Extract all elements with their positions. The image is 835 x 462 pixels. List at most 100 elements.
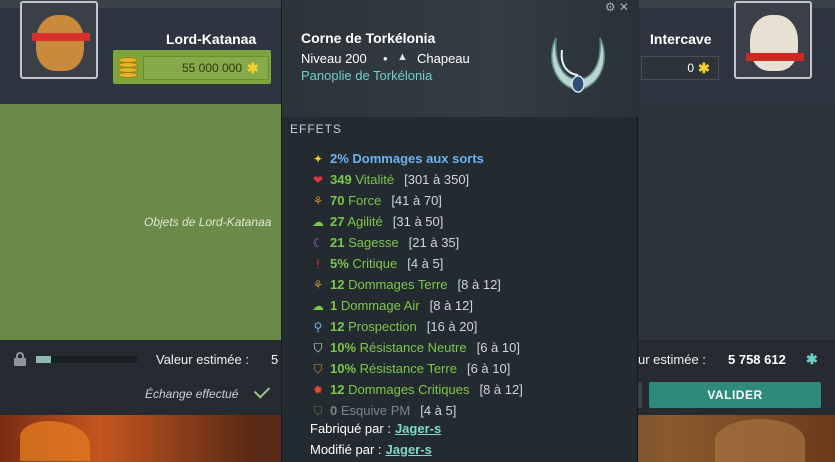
effects-section-title: EFFETS: [290, 122, 343, 136]
effect-label: Dommages aux sorts: [348, 151, 484, 166]
effect-range: [31 à 50]: [392, 214, 444, 229]
effect-stat: 12 Prospection: [330, 319, 417, 334]
right-items-panel[interactable]: [638, 104, 835, 340]
left-items-label: Objets de Lord-Katanaa: [144, 215, 272, 229]
effect-row: ☾ 21 Sagesse [21 à 35]: [310, 232, 460, 253]
effect-stat: 0 Esquive PM: [330, 403, 410, 418]
validate-button[interactable]: VALIDER: [649, 382, 821, 408]
effect-label: Vitalité: [351, 172, 395, 187]
effect-value: 12: [330, 277, 345, 292]
crafter-link[interactable]: Jager-s: [395, 421, 441, 436]
effect-range: [8 à 12]: [457, 277, 501, 292]
item-level: Niveau 200: [301, 51, 367, 66]
modifier-link[interactable]: Jager-s: [386, 442, 432, 457]
effect-range: [8 à 12]: [479, 382, 523, 397]
effect-range: [6 à 10]: [466, 361, 511, 376]
effect-row: ✸ 12 Dommages Critiques [8 à 12]: [310, 379, 523, 400]
right-estimated-value-label: ur estimée :: [638, 352, 706, 367]
neutral-shield-icon: ⛉: [313, 340, 323, 355]
background-decoration: [20, 421, 90, 461]
separator-dot: •: [383, 51, 388, 66]
effect-row: ⛉ 10% Résistance Neutre [6 à 10]: [310, 337, 520, 358]
left-estimated-value-label: Valeur estimée :: [156, 352, 249, 367]
magnifier-icon: ⚲: [313, 319, 323, 334]
effect-value: 5%: [330, 256, 349, 271]
effect-row: ☁ 1 Dommage Air [8 à 12]: [310, 295, 473, 316]
effect-range: [16 à 20]: [426, 319, 478, 334]
earth-icon: ⚘: [312, 277, 324, 292]
effect-value: 2%: [330, 151, 349, 166]
left-estimated-value: 5: [271, 352, 279, 367]
effect-value: 27: [330, 214, 345, 229]
right-player-avatar[interactable]: [734, 1, 812, 79]
kamas-icon: ✱: [247, 60, 259, 76]
character-headband: [32, 33, 90, 41]
dodge-icon: ⛉: [313, 403, 323, 418]
effect-value: 10%: [330, 361, 357, 376]
earth-icon: ⚘: [312, 193, 324, 208]
character-portrait: [36, 15, 84, 71]
effect-stat: 349 Vitalité: [330, 172, 394, 187]
effect-value: 21: [330, 235, 345, 250]
left-player-avatar[interactable]: [20, 1, 98, 79]
effect-value: 349: [330, 172, 352, 187]
effect-stat: 27 Agilité: [330, 214, 383, 229]
effect-row: ❤ 349 Vitalité [301 à 350]: [310, 169, 469, 190]
effect-stat: 12 Dommages Critiques: [330, 382, 469, 397]
critical-damage-icon: ✸: [312, 382, 324, 397]
lock-icon[interactable]: [14, 352, 26, 366]
item-type: Chapeau: [417, 51, 470, 66]
kamas-coins-icon: [118, 57, 138, 79]
effect-row: ⚘ 70 Force [41 à 70]: [310, 190, 442, 211]
right-estimated-value: 5 758 612: [728, 352, 786, 367]
effect-label: Résistance Neutre: [356, 340, 467, 355]
left-player-name: Lord-Katanaa: [166, 31, 257, 47]
kamas-icon: ✱: [806, 351, 818, 367]
item-name: Corne de Torkélonia: [301, 30, 436, 46]
horn-item-icon: [551, 37, 605, 93]
weight-progress-fill: [36, 356, 52, 363]
effect-value: 12: [330, 382, 345, 397]
effect-row: ⚲ 12 Prospection [16 à 20]: [310, 316, 478, 337]
air-icon: ☁: [312, 298, 324, 313]
air-icon: ☁: [312, 214, 324, 229]
effect-row: ⛉ 0 Esquive PM [4 à 5]: [310, 400, 456, 421]
right-player-name: Intercave: [650, 31, 712, 47]
effect-label: Force: [344, 193, 382, 208]
effect-stat: 5% Critique: [330, 256, 397, 271]
effect-range: [21 à 35]: [408, 235, 460, 250]
heart-icon: ❤: [312, 172, 324, 187]
effect-value: 70: [330, 193, 345, 208]
effect-label: Sagesse: [344, 235, 399, 250]
tooltip-controls[interactable]: ⚙ ✕: [605, 0, 629, 14]
effect-stat: 21 Sagesse: [330, 235, 399, 250]
effect-label: Dommages Critiques: [344, 382, 470, 397]
effect-stat: 10% Résistance Neutre: [330, 340, 467, 355]
character-scarf: [746, 53, 804, 61]
effect-label: Résistance Terre: [356, 361, 457, 376]
effect-stat: 12 Dommages Terre: [330, 277, 448, 292]
effect-label: Agilité: [344, 214, 383, 229]
effect-label: Dommages Terre: [344, 277, 448, 292]
effect-range: [8 à 12]: [429, 298, 473, 313]
effect-range: [6 à 10]: [476, 340, 520, 355]
crafted-by-row: Fabriqué par : Jager-s: [310, 421, 441, 436]
hat-icon: ▲: [397, 51, 408, 63]
kamas-icon: ✱: [698, 60, 710, 76]
effect-value: 10%: [330, 340, 357, 355]
character-portrait: [750, 15, 798, 71]
effect-label: Prospection: [344, 319, 417, 334]
critical-icon: !: [316, 256, 320, 271]
effect-row: ⚘ 12 Dommages Terre [8 à 12]: [310, 274, 501, 295]
effect-stat: 70 Force: [330, 193, 381, 208]
item-set-link[interactable]: Panoplie de Torkélonia: [301, 68, 432, 83]
effect-stat: 2% Dommages aux sorts: [330, 151, 484, 166]
effect-value: 12: [330, 319, 345, 334]
effect-stat: 1 Dommage Air: [330, 298, 420, 313]
effect-label: Dommage Air: [337, 298, 420, 313]
effect-range: [301 à 350]: [404, 172, 470, 187]
modified-by-row: Modifié par : Jager-s: [310, 442, 432, 457]
effect-range: [4 à 5]: [420, 403, 457, 418]
effect-row: ! 5% Critique [4 à 5]: [310, 253, 443, 274]
star-icon: ✦: [312, 151, 324, 166]
